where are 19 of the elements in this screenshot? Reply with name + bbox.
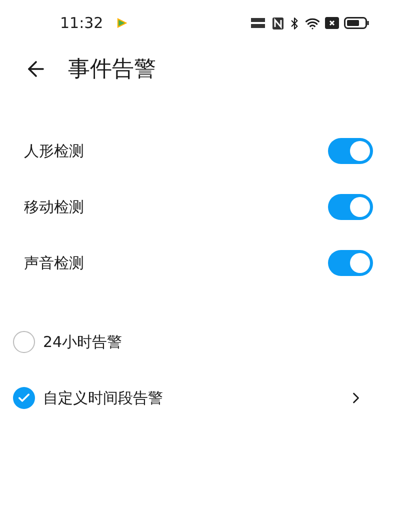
toggle-switch[interactable] (328, 138, 373, 164)
status-time: 11:32 (60, 12, 104, 34)
nfc-icon (272, 16, 284, 30)
toggle-switch[interactable] (328, 250, 373, 276)
option-label: 24小时告警 (43, 332, 124, 353)
switch-label: 声音检测 (24, 252, 85, 274)
option-label: 自定义时间段告警 (43, 388, 164, 409)
bluetooth-icon (288, 16, 301, 30)
battery-icon (344, 17, 369, 29)
radio-button[interactable] (13, 387, 35, 409)
switch-label: 人形检测 (24, 140, 85, 162)
wifi-icon (305, 16, 320, 30)
radio-button[interactable] (13, 331, 35, 353)
page-title: 事件告警 (68, 56, 156, 84)
switch-label: 移动检测 (24, 196, 85, 218)
sim-off-icon (325, 17, 339, 29)
play-icon (117, 18, 128, 28)
toggle-switch[interactable] (328, 194, 373, 220)
check-icon (17, 391, 31, 405)
